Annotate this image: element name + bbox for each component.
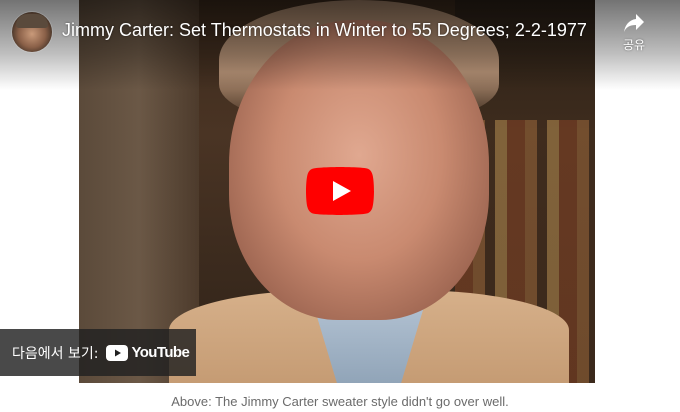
play-icon	[306, 167, 374, 215]
avatar-cap	[16, 14, 48, 28]
title-gradient	[0, 0, 680, 90]
channel-avatar[interactable]	[12, 12, 52, 52]
share-icon	[624, 14, 644, 32]
play-button[interactable]	[306, 167, 374, 215]
youtube-embed-player[interactable]: Jimmy Carter: Set Thermostats in Winter …	[0, 0, 680, 383]
share-button[interactable]: 공유	[612, 12, 656, 53]
watch-on-youtube-button[interactable]: 다음에서 보기: YouTube	[0, 329, 196, 376]
video-title[interactable]: Jimmy Carter: Set Thermostats in Winter …	[62, 20, 587, 41]
image-caption: Above: The Jimmy Carter sweater style di…	[171, 394, 509, 409]
youtube-wordmark: YouTube	[131, 344, 190, 361]
watch-on-label: 다음에서 보기:	[12, 345, 99, 362]
share-label: 공유	[622, 38, 646, 52]
youtube-logo-icon	[106, 344, 129, 361]
youtube-logo: YouTube	[106, 344, 190, 361]
